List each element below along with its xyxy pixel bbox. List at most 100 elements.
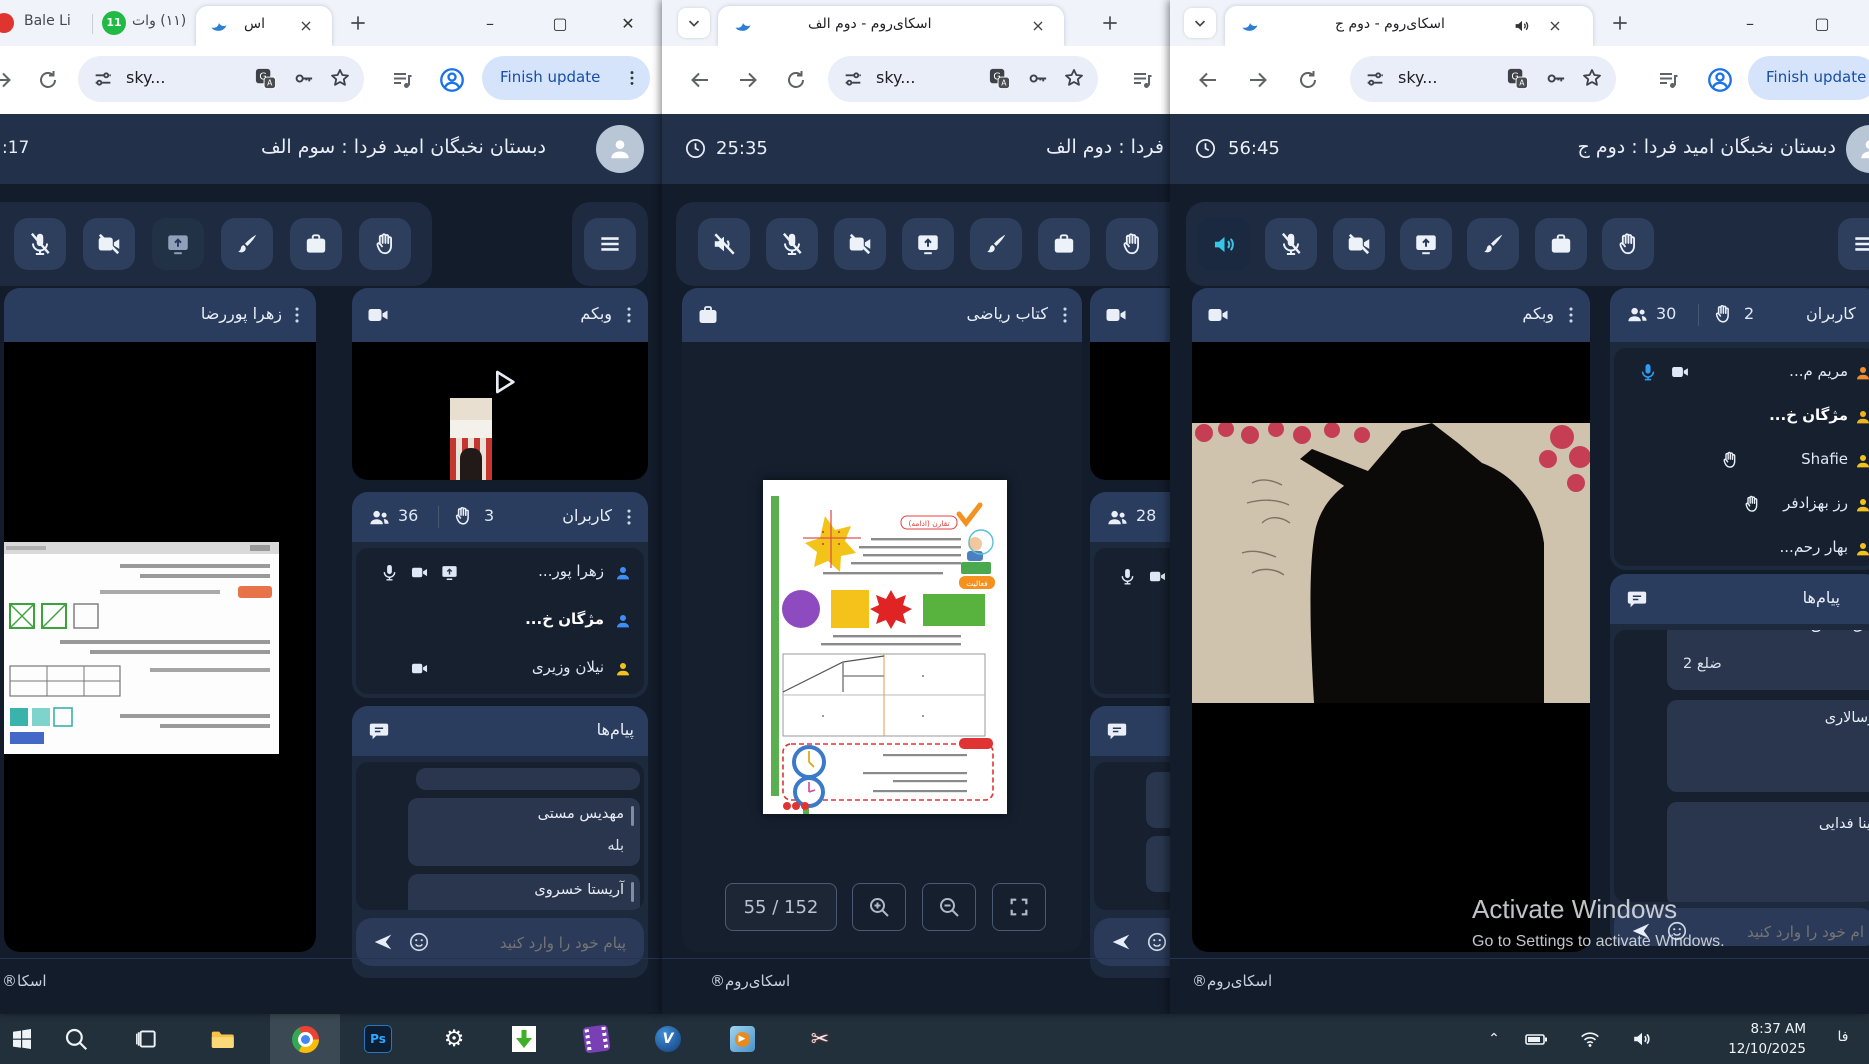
speaker-button[interactable] — [698, 218, 750, 270]
bookmark-star-icon[interactable] — [328, 66, 352, 90]
tab-close-icon[interactable] — [298, 18, 314, 34]
omnibox[interactable]: sky... — [1350, 56, 1616, 102]
reading-list-icon[interactable] — [1656, 68, 1680, 92]
password-key-icon[interactable] — [1026, 67, 1049, 90]
avatar[interactable] — [596, 125, 644, 173]
photoshop-button[interactable]: Ps — [364, 1025, 392, 1053]
translate-icon[interactable] — [254, 67, 277, 90]
webcam-kebab-icon[interactable] — [618, 304, 640, 326]
user-row[interactable]: رز بهزادفر — [1614, 482, 1869, 526]
message-input[interactable] — [434, 918, 628, 968]
finish-update-button[interactable]: Finish update — [1748, 56, 1869, 100]
minimize-button[interactable]: – — [1730, 10, 1770, 38]
tab-close-icon[interactable] — [1547, 18, 1563, 34]
user-row[interactable]: مریم م... — [1614, 350, 1869, 394]
new-tab-icon[interactable] — [348, 13, 368, 33]
draw-button[interactable] — [1467, 218, 1519, 270]
screenshare-button[interactable] — [902, 218, 954, 270]
omnibox[interactable]: sky... — [828, 56, 1098, 102]
tab-active-skyroom[interactable]: اس — [196, 6, 332, 46]
password-key-icon[interactable] — [1544, 67, 1567, 90]
forward-icon[interactable] — [1246, 68, 1270, 92]
speaker-button[interactable] — [1198, 218, 1250, 270]
menu-button[interactable] — [1838, 218, 1869, 270]
site-settings-icon[interactable] — [842, 68, 864, 90]
user-row[interactable]: نیلان وزیری — [356, 646, 644, 692]
new-tab-icon[interactable] — [1100, 13, 1120, 33]
mic-button[interactable] — [766, 218, 818, 270]
board-button[interactable] — [1038, 218, 1090, 270]
update-kebab-icon[interactable] — [622, 68, 642, 88]
site-settings-icon[interactable] — [92, 68, 114, 90]
snipping-tool-button[interactable]: ✂ — [806, 1025, 834, 1053]
media-player-button[interactable]: ▶ — [728, 1025, 756, 1053]
chrome-button[interactable] — [291, 1025, 319, 1053]
translate-icon[interactable] — [988, 67, 1011, 90]
user-row[interactable]: بهار رحم... — [1614, 526, 1869, 566]
download-manager-button[interactable] — [510, 1025, 538, 1053]
site-settings-icon[interactable] — [1364, 68, 1386, 90]
v-app-button[interactable]: V — [654, 1025, 682, 1053]
raise-hand-button[interactable] — [1602, 218, 1654, 270]
finish-update-button[interactable]: Finish update — [482, 56, 650, 100]
emoji-icon[interactable] — [408, 931, 430, 953]
user-row[interactable]: مژگان خ... — [356, 598, 644, 644]
panel-kebab-icon[interactable] — [286, 304, 308, 326]
mic-button[interactable] — [14, 218, 66, 270]
draw-button[interactable] — [221, 218, 273, 270]
taskbar-clock[interactable]: 8:37 AM 12/10/2025 — [1690, 1019, 1806, 1059]
maximize-button[interactable]: ▢ — [540, 10, 580, 38]
mic-button[interactable] — [1265, 218, 1317, 270]
camera-icon[interactable] — [410, 659, 429, 678]
camera-button[interactable] — [1333, 218, 1385, 270]
profile-icon[interactable] — [438, 66, 466, 94]
zoom-out-button[interactable] — [922, 883, 976, 931]
network-tray-icon[interactable] — [1576, 1025, 1604, 1053]
tab-audio-icon[interactable] — [1513, 17, 1531, 35]
back-icon[interactable] — [1196, 68, 1220, 92]
messages-list[interactable]: مهدیس مستی بله آریستا خسروی — [356, 762, 644, 910]
book-page-image[interactable]: تقارن (ادامه) فعالیت — [763, 480, 1007, 814]
reload-icon[interactable] — [784, 68, 808, 92]
settings-button[interactable]: ⚙ — [440, 1025, 468, 1053]
translate-icon[interactable] — [1506, 67, 1529, 90]
user-row[interactable] — [1094, 554, 1170, 600]
user-row[interactable]: زهرا پور... — [356, 550, 644, 596]
omnibox[interactable]: sky... — [78, 56, 364, 102]
back-icon[interactable] — [688, 68, 712, 92]
screenshare-icon[interactable] — [440, 563, 459, 582]
new-tab-icon[interactable] — [1610, 13, 1630, 33]
taskbar-search-button[interactable] — [62, 1025, 90, 1053]
reading-list-icon[interactable] — [390, 68, 414, 92]
tab-search-button[interactable] — [1184, 8, 1216, 38]
avatar[interactable] — [1846, 125, 1869, 173]
users-kebab-icon[interactable] — [618, 506, 640, 528]
message-input[interactable] — [1682, 908, 1866, 946]
tab-whatsapp[interactable]: (۱۱) وات — [132, 13, 186, 29]
media-converter-button[interactable] — [582, 1025, 610, 1053]
messages-list[interactable] — [1094, 762, 1170, 910]
zoom-in-button[interactable] — [852, 883, 906, 931]
webcam-kebab-icon[interactable] — [1560, 304, 1582, 326]
send-icon[interactable] — [1110, 931, 1132, 953]
tab-close-icon[interactable] — [1030, 18, 1046, 34]
draw-button[interactable] — [970, 218, 1022, 270]
language-indicator[interactable]: فا — [1826, 1029, 1860, 1045]
raise-hand-button[interactable] — [359, 218, 411, 270]
reload-icon[interactable] — [36, 68, 60, 92]
profile-icon[interactable] — [1706, 66, 1734, 94]
camera-icon[interactable] — [1670, 362, 1690, 382]
reading-list-icon[interactable] — [1130, 68, 1154, 92]
mic-icon[interactable] — [1638, 362, 1658, 382]
board-button[interactable] — [290, 218, 342, 270]
camera-button[interactable] — [834, 218, 886, 270]
bookmark-star-icon[interactable] — [1580, 66, 1604, 90]
camera-icon[interactable] — [1148, 567, 1167, 586]
forward-icon[interactable] — [0, 68, 14, 92]
fullscreen-button[interactable] — [992, 883, 1046, 931]
maximize-button[interactable]: ▢ — [1802, 10, 1842, 38]
send-icon[interactable] — [1630, 920, 1652, 942]
user-row[interactable]: مژگان خ... — [1614, 394, 1869, 438]
minimize-button[interactable]: – — [470, 10, 510, 38]
tab-search-button[interactable] — [678, 8, 710, 38]
